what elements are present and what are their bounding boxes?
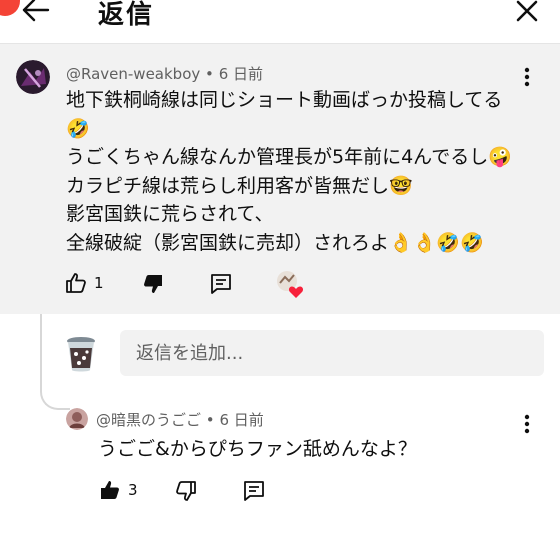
- comment-line: うごくちゃん線なんか管理長が5年前に4んでるし🤪: [66, 146, 512, 168]
- comment-line: 影宮国鉄に荒らされて、: [66, 203, 274, 225]
- header-bar: 返信: [0, 0, 560, 44]
- author-name[interactable]: @暗黒のうごご: [96, 411, 201, 429]
- more-options-button[interactable]: [516, 413, 538, 435]
- reply-button[interactable]: [209, 272, 233, 296]
- more-vert-icon: [524, 67, 530, 87]
- arrow-left-icon: [22, 0, 50, 22]
- creator-heart-icon: [277, 271, 304, 298]
- like-button[interactable]: 3: [98, 478, 138, 502]
- thumbs-down-outline-icon: [176, 481, 196, 501]
- meta-separator: •: [205, 411, 215, 429]
- reply-button[interactable]: [242, 479, 266, 503]
- close-button[interactable]: [508, 0, 546, 30]
- comment-icon: [211, 274, 231, 294]
- comment-text: 地下鉄桐崎線は同じショート動画ばっか投稿してる 🤣 うごくちゃん線なんか管理長が…: [66, 86, 536, 257]
- creator-heart: [275, 269, 305, 299]
- thumbs-up-filled-icon: [101, 481, 119, 499]
- page-title: 返信: [98, 0, 155, 30]
- dislike-button[interactable]: [174, 479, 198, 503]
- comment-line: カラピチ線は荒らし利用客が皆無だし🤓: [66, 174, 413, 197]
- avatar-image-icon: [16, 60, 50, 94]
- my-avatar: [64, 334, 98, 374]
- comment-meta: @Raven-weakboy • 6 日前: [66, 63, 263, 84]
- comment-line: 🤣: [66, 117, 90, 140]
- parent-comment: @Raven-weakboy • 6 日前 地下鉄桐崎線は同じショート動画ばっか…: [0, 44, 560, 314]
- timestamp: 6 日前: [218, 65, 263, 83]
- avatar[interactable]: [16, 60, 50, 94]
- reply-input[interactable]: [120, 330, 544, 376]
- thumbs-down-filled-icon: [144, 275, 162, 293]
- comment-line: 全線破綻（影宮国鉄に売却）されろよ👌👌🤣🤣: [66, 231, 484, 254]
- cup-avatar-icon: [67, 337, 95, 372]
- more-vert-icon: [524, 414, 530, 434]
- like-button[interactable]: 1: [64, 271, 104, 295]
- meta-separator: •: [205, 65, 214, 83]
- like-count: 3: [128, 481, 138, 499]
- comment-icon: [244, 481, 264, 501]
- back-button[interactable]: [14, 0, 54, 28]
- dislike-button[interactable]: [141, 272, 165, 296]
- thumbs-up-outline-icon: [66, 273, 86, 293]
- more-options-button[interactable]: [516, 66, 538, 88]
- like-count: 1: [94, 274, 104, 292]
- avatar-image-icon: [66, 408, 88, 430]
- avatar[interactable]: [66, 408, 88, 430]
- timestamp: 6 日前: [219, 411, 264, 429]
- author-name[interactable]: @Raven-weakboy: [66, 65, 200, 83]
- close-icon: [516, 0, 538, 22]
- comment-meta: @暗黒のうごご • 6 日前: [96, 409, 264, 430]
- comment-line: 地下鉄桐崎線は同じショート動画ばっか投稿してる: [66, 89, 503, 111]
- reply-text: うごご&からぴちファン舐めんなよ？: [98, 438, 417, 460]
